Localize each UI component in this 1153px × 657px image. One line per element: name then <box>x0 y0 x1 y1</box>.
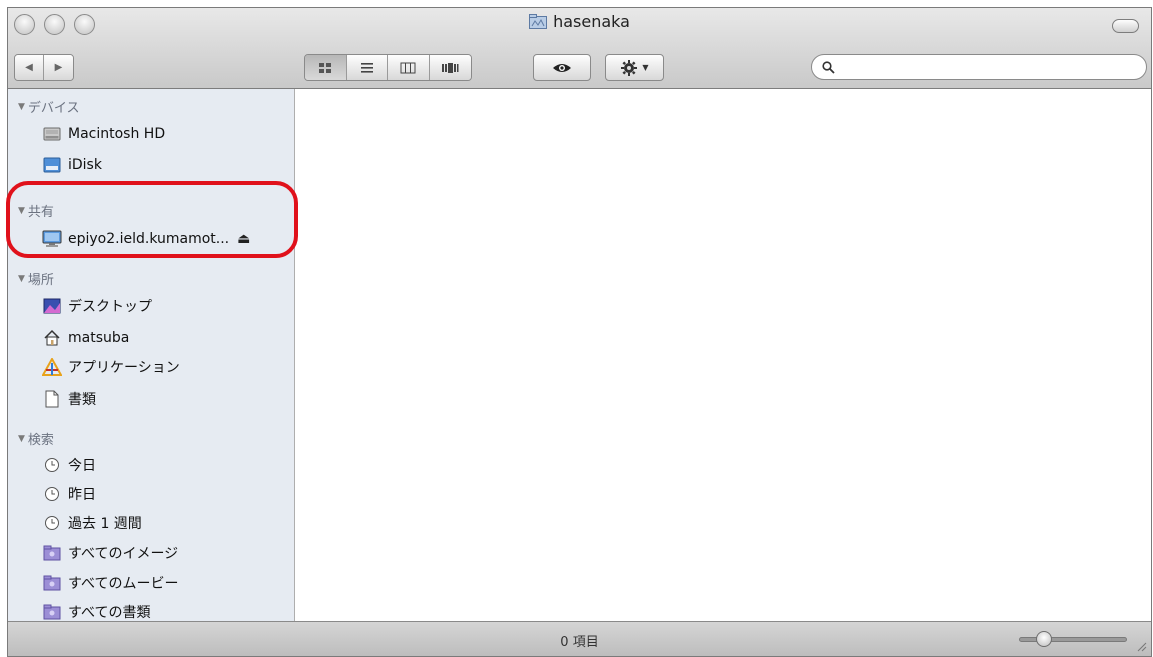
list-view-button[interactable] <box>346 55 388 80</box>
documents-icon <box>42 389 62 409</box>
nav-buttons: ◀ ▶ <box>14 54 74 81</box>
search-input[interactable] <box>841 57 1132 77</box>
slider-knob[interactable] <box>1036 631 1052 647</box>
status-bar: 0 項目 <box>8 621 1151 656</box>
desktop-icon <box>42 296 62 316</box>
search-field[interactable] <box>811 54 1147 80</box>
server-icon <box>42 229 62 249</box>
icon-view-icon <box>319 62 332 73</box>
sidebar-item-macintosh-hd[interactable]: Macintosh HD <box>42 122 292 146</box>
clock-icon <box>42 484 62 504</box>
forward-button[interactable]: ▶ <box>44 55 73 80</box>
quick-look-button[interactable] <box>533 54 591 81</box>
toolbar: hasenaka ◀ ▶ ▼ <box>8 8 1151 89</box>
hard-drive-icon <box>42 124 62 144</box>
disclosure-triangle-icon: ▼ <box>18 273 25 284</box>
sidebar-item-past-week[interactable]: 過去 1 週間 <box>42 511 292 535</box>
sidebar-item-server[interactable]: epiyo2.ield.kumamot... ⏏ <box>42 227 292 251</box>
disclosure-triangle-icon: ▼ <box>18 205 25 216</box>
smart-folder-icon <box>42 573 62 593</box>
back-button[interactable]: ◀ <box>15 55 44 80</box>
coverflow-view-icon <box>442 62 459 73</box>
home-icon <box>42 328 62 348</box>
finder-window: hasenaka ◀ ▶ ▼ ▼ デバイス Macintosh HD iDisk… <box>7 7 1152 657</box>
sidebar-section-places[interactable]: ▼ 場所 <box>18 269 54 288</box>
file-browser-area[interactable] <box>296 89 1151 623</box>
sidebar-section-shared[interactable]: ▼ 共有 <box>18 201 54 220</box>
gear-icon <box>621 59 638 76</box>
forward-arrow-icon: ▶ <box>54 62 63 73</box>
back-arrow-icon: ◀ <box>25 62 33 73</box>
list-view-icon <box>360 62 373 73</box>
window-title: hasenaka <box>8 12 1151 31</box>
resize-grip-icon[interactable] <box>1135 640 1147 652</box>
sidebar-item-desktop[interactable]: デスクトップ <box>42 294 292 318</box>
toolbar-toggle-button[interactable] <box>1112 19 1139 33</box>
sidebar-item-home[interactable]: matsuba <box>42 326 292 350</box>
sidebar-item-documents[interactable]: 書類 <box>42 387 292 411</box>
sidebar-item-idisk[interactable]: iDisk <box>42 153 292 177</box>
window-title-text: hasenaka <box>553 12 630 31</box>
sidebar-section-search[interactable]: ▼ 検索 <box>18 429 54 448</box>
coverflow-view-button[interactable] <box>429 55 471 80</box>
icon-size-slider[interactable] <box>1019 631 1127 647</box>
column-view-button[interactable] <box>388 55 430 80</box>
folder-icon <box>529 14 548 29</box>
disclosure-triangle-icon: ▼ <box>18 101 25 112</box>
smart-folder-icon <box>42 602 62 622</box>
smart-folder-icon <box>42 543 62 563</box>
sidebar-section-devices[interactable]: ▼ デバイス <box>18 97 80 116</box>
view-mode-switcher <box>304 54 472 81</box>
disclosure-triangle-icon: ▼ <box>18 433 25 444</box>
sidebar-item-all-images[interactable]: すべてのイメージ <box>42 541 292 565</box>
sidebar: ▼ デバイス Macintosh HD iDisk ▼ 共有 epiyo2.ie… <box>8 89 295 623</box>
clock-icon <box>42 513 62 533</box>
sidebar-item-all-movies[interactable]: すべてのムービー <box>42 571 292 595</box>
search-icon <box>822 60 835 74</box>
icon-view-button[interactable] <box>305 55 347 80</box>
eye-icon <box>553 63 571 72</box>
action-menu-button[interactable]: ▼ <box>605 54 664 81</box>
sidebar-item-applications[interactable]: アプリケーション <box>42 355 292 379</box>
item-count: 0 項目 <box>560 635 599 650</box>
idisk-icon <box>42 155 62 175</box>
eject-icon[interactable]: ⏏ <box>237 231 250 247</box>
column-view-icon <box>400 62 416 73</box>
sidebar-item-today[interactable]: 今日 <box>42 453 292 477</box>
clock-icon <box>42 455 62 475</box>
applications-icon <box>42 357 62 377</box>
sidebar-item-yesterday[interactable]: 昨日 <box>42 482 292 506</box>
chevron-down-icon: ▼ <box>642 63 649 72</box>
